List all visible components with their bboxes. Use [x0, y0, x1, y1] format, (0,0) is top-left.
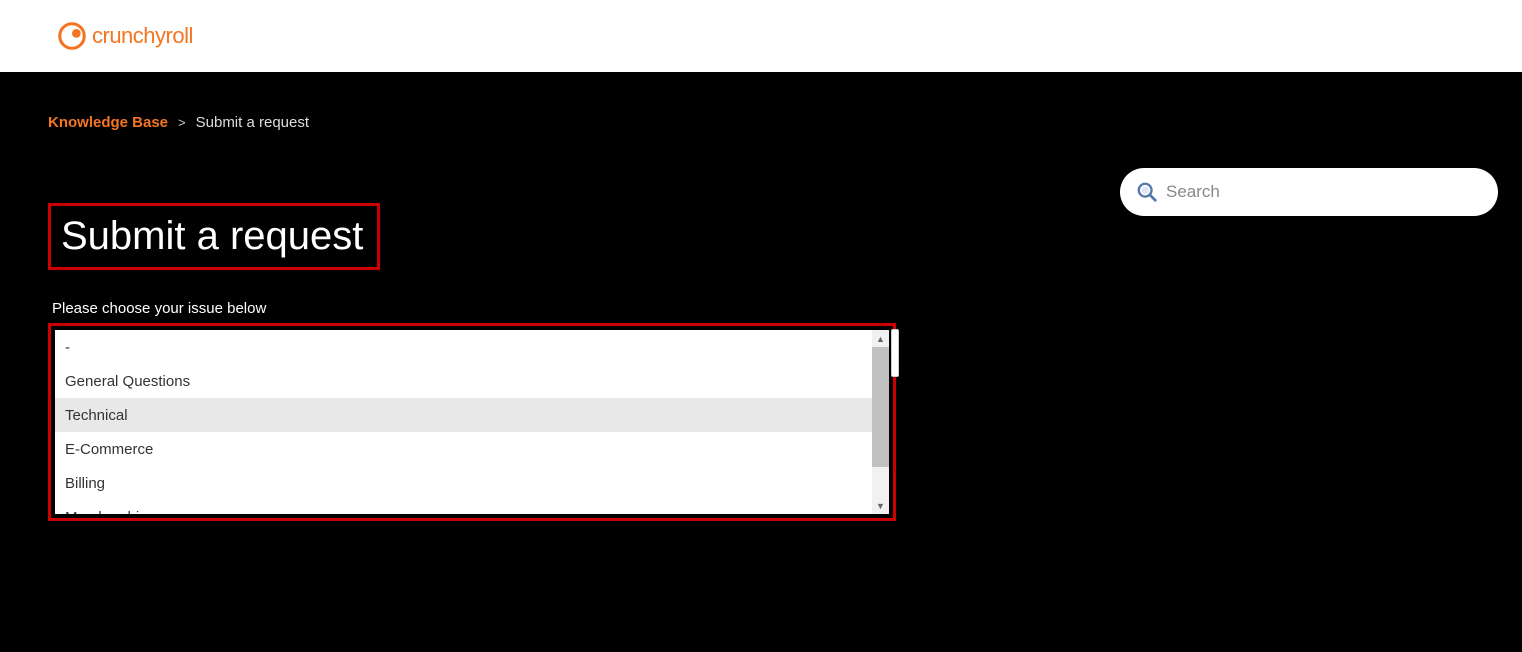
dropdown-option-blank[interactable]: - — [55, 330, 872, 364]
search-input[interactable] — [1166, 182, 1482, 202]
breadcrumb-current: Submit a request — [196, 114, 309, 131]
header: crunchyroll — [0, 0, 1522, 72]
crunchyroll-icon — [58, 22, 86, 50]
scrollbar[interactable]: ▲ ▼ — [872, 330, 889, 514]
dropdown-option-membership[interactable]: Membership — [55, 500, 872, 514]
dropdown-highlight: - General Questions Technical E-Commerce… — [48, 323, 896, 521]
breadcrumb-link-knowledge-base[interactable]: Knowledge Base — [48, 114, 168, 131]
breadcrumb-row: Knowledge Base > Submit a request — [48, 72, 1474, 131]
breadcrumb: Knowledge Base > Submit a request — [48, 114, 309, 131]
form-label: Please choose your issue below — [48, 300, 1474, 317]
dropdown-option-billing[interactable]: Billing — [55, 466, 872, 500]
scrollbar-track[interactable] — [872, 347, 889, 497]
select-indicator — [891, 329, 899, 377]
breadcrumb-separator: > — [178, 115, 186, 130]
scrollbar-thumb[interactable] — [872, 347, 889, 467]
scrollbar-down-arrow[interactable]: ▼ — [872, 497, 889, 514]
page-title: Submit a request — [61, 214, 363, 259]
logo-text: crunchyroll — [92, 23, 193, 49]
main-content: Knowledge Base > Submit a request Submit… — [0, 72, 1522, 521]
dropdown-option-technical[interactable]: Technical — [55, 398, 872, 432]
dropdown-list: - General Questions Technical E-Commerce… — [55, 330, 872, 514]
search-icon — [1136, 181, 1158, 203]
scrollbar-up-arrow[interactable]: ▲ — [872, 330, 889, 347]
page-title-highlight: Submit a request — [48, 203, 380, 270]
search-container — [1120, 168, 1498, 216]
dropdown-option-general[interactable]: General Questions — [55, 364, 872, 398]
logo[interactable]: crunchyroll — [58, 22, 193, 50]
dropdown-option-ecommerce[interactable]: E-Commerce — [55, 432, 872, 466]
issue-dropdown[interactable]: - General Questions Technical E-Commerce… — [55, 330, 889, 514]
